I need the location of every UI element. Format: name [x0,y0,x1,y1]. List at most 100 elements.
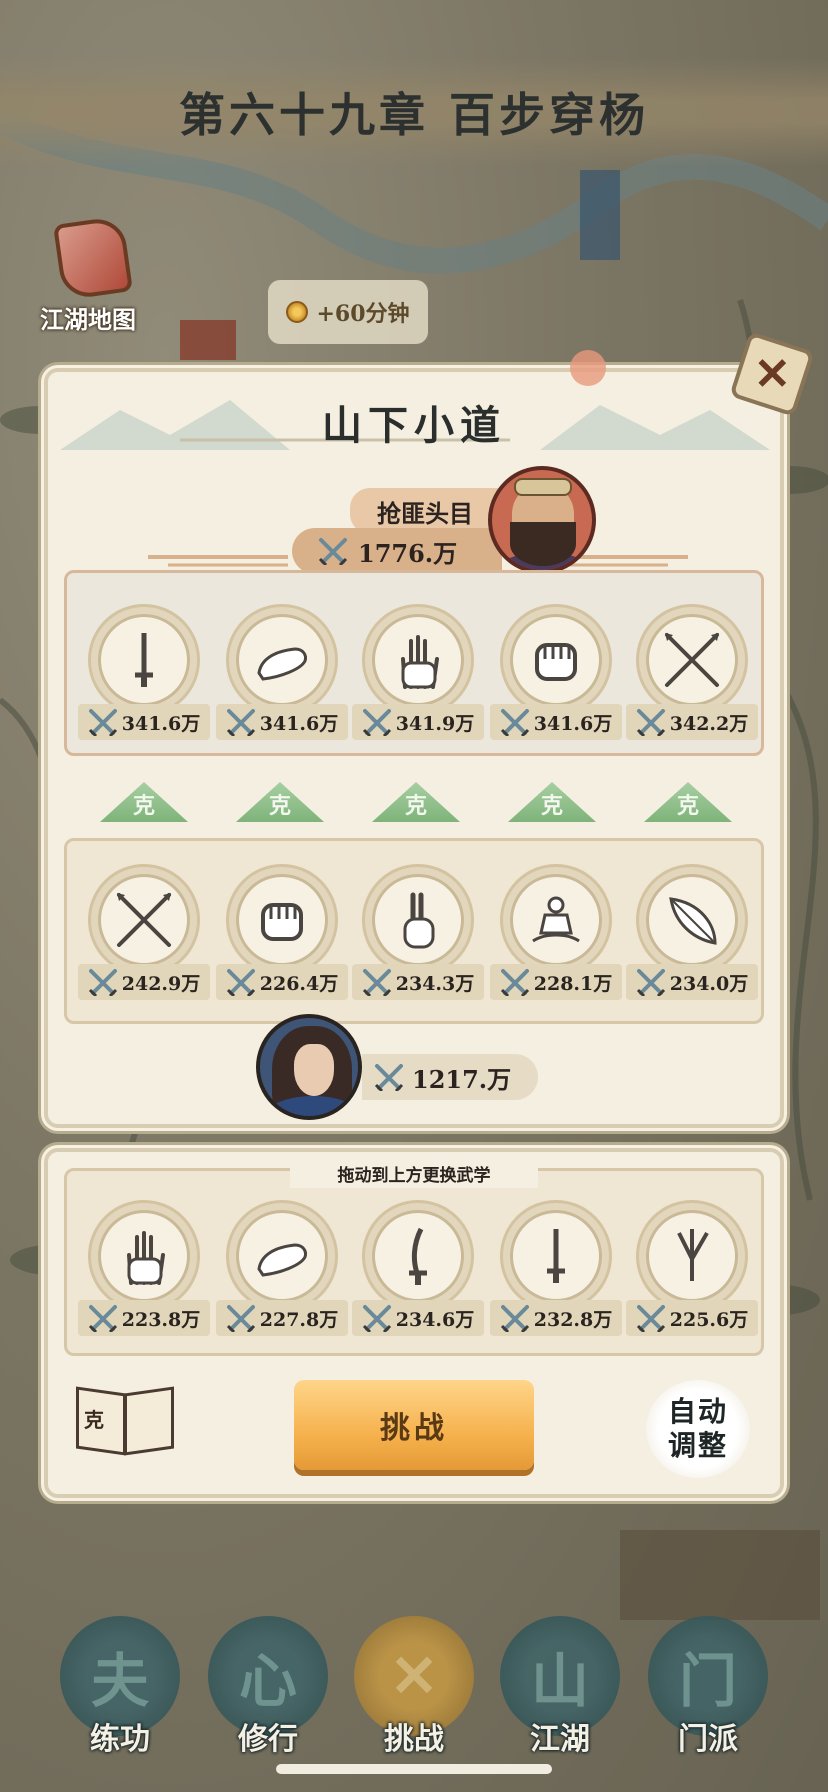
enemy-skill-slot[interactable]: 342.2万 [626,604,758,744]
counter-label: 克 [540,793,563,819]
nav-label: 练功 [90,1722,150,1757]
counter-label: 克 [404,793,427,819]
crossed-swords-icon [88,1305,117,1332]
crossed-swords-icon [226,709,255,736]
crossed-swords-icon [226,1305,255,1332]
skill-ring [88,1200,200,1312]
skill-power-value: 225.6万 [669,1308,749,1331]
counter-arrow-icon: 克 [236,782,324,822]
manual-button[interactable]: 克 [70,1380,180,1466]
auto-adjust-line2: 调整 [667,1429,728,1462]
coin-icon [286,301,309,323]
fist-icon [535,643,577,681]
skill-ring [362,1200,474,1312]
skill-power: 226.4万 [216,964,348,1000]
palm-icon [127,1231,165,1285]
two-finger-icon [403,892,435,949]
close-icon: ✕ [753,348,791,400]
skill-power: 342.2万 [626,704,758,740]
enemy-skill-slot[interactable]: 341.9万 [352,604,484,744]
player-power: 1217.万 [362,1054,538,1100]
skill-power: 242.9万 [78,964,210,1000]
crossed-swords-icon [636,1305,665,1332]
skill-ring [226,1200,338,1312]
skill-ring [500,864,612,976]
nav-item-3[interactable]: 山江湖 [498,1616,622,1766]
inventory-skill-slot[interactable]: 223.8万 [78,1200,210,1340]
skill-power: 225.6万 [626,1300,758,1336]
crossed-spears-icon [117,893,171,947]
skill-ring [88,864,200,976]
crossed-swords-icon [362,1305,391,1332]
skill-power-value: 223.8万 [121,1308,201,1331]
skill-ring [500,604,612,716]
skill-power-value: 227.8万 [259,1308,339,1331]
crossed-swords-icon [636,709,665,736]
skill-power-value: 234.0万 [669,972,749,995]
skill-power: 228.1万 [490,964,622,1000]
skill-power: 341.6万 [216,704,348,740]
skill-power: 341.6万 [78,704,210,740]
crossed-swords-icon [226,969,255,996]
skill-ring [226,604,338,716]
auto-adjust-button[interactable]: 自动 调整 [646,1380,750,1478]
skill-power-value: 341.9万 [395,712,475,735]
world-map-label: 江湖地图 [40,305,136,334]
skill-ring [226,864,338,976]
fist-icon [261,903,303,941]
nav-item-0[interactable]: 夫练功 [58,1616,182,1766]
skill-power: 223.8万 [78,1300,210,1336]
nav-item-2[interactable]: ✕ 挑战 [352,1616,476,1766]
skill-power: 234.6万 [352,1300,484,1336]
player-skill-slot[interactable]: 242.9万 [78,864,210,1004]
nav-label: 门派 [678,1722,738,1757]
enemy-skill-slot[interactable]: 341.6万 [78,604,210,744]
inventory-skill-slot[interactable]: 232.8万 [490,1200,622,1340]
nav-label: 挑战 [384,1722,444,1757]
player-skill-slot[interactable]: 226.4万 [216,864,348,1004]
player-skill-slot[interactable]: 228.1万 [490,864,622,1004]
enemy-power-value: 1776.万 [358,538,458,568]
skill-ring [362,864,474,976]
crossed-swords-icon [500,709,529,736]
inventory-skill-slot[interactable]: 227.8万 [216,1200,348,1340]
sword-icon [135,633,153,687]
nav-item-4[interactable]: 门门派 [646,1616,770,1766]
auto-adjust-line1: 自动 [667,1395,728,1428]
skill-ring [500,1200,612,1312]
skill-power: 234.3万 [352,964,484,1000]
skill-power-value: 226.4万 [259,972,339,995]
nav-item-1[interactable]: 心修行 [206,1616,330,1766]
inventory-skill-slot[interactable]: 225.6万 [626,1200,758,1340]
skill-power-value: 341.6万 [259,712,339,735]
home-indicator [276,1764,552,1774]
enemy-skill-slot[interactable]: 341.6万 [216,604,348,744]
stage-title: 山下小道 [322,402,506,449]
book-char: 克 [84,1408,104,1432]
chapter-banner: 第六十九章 百步穿杨 [0,58,828,166]
counter-arrow-icon: 克 [100,782,188,822]
world-map-button[interactable]: 江湖地图 [28,212,148,334]
skill-power-value: 234.3万 [395,972,475,995]
skill-power: 232.8万 [490,1300,622,1336]
enemy-skill-slot[interactable]: 341.6万 [490,604,622,744]
crossed-swords-icon [374,1064,404,1091]
skill-power-value: 232.8万 [533,1308,613,1331]
enemy-avatar [488,466,596,574]
crossed-spears-icon [665,633,719,687]
counter-arrow-icon: 克 [508,782,596,822]
player-avatar [256,1014,362,1120]
skill-power: 341.6万 [490,704,622,740]
nav-label: 修行 [238,1722,298,1757]
crossed-swords-icon [88,969,117,996]
skill-power-value: 342.2万 [669,712,749,735]
inventory-skill-slot[interactable]: 234.6万 [352,1200,484,1340]
throwing-darts-icon [677,1229,709,1281]
skill-ring [636,1200,748,1312]
player-skill-slot[interactable]: 234.0万 [626,864,758,1004]
enemy-power: 1776.万 [292,528,502,574]
skill-power-value: 341.6万 [121,712,201,735]
player-skill-slot[interactable]: 234.3万 [352,864,484,1004]
challenge-button[interactable]: 挑战 [294,1380,534,1470]
shoe-icon [257,647,307,681]
